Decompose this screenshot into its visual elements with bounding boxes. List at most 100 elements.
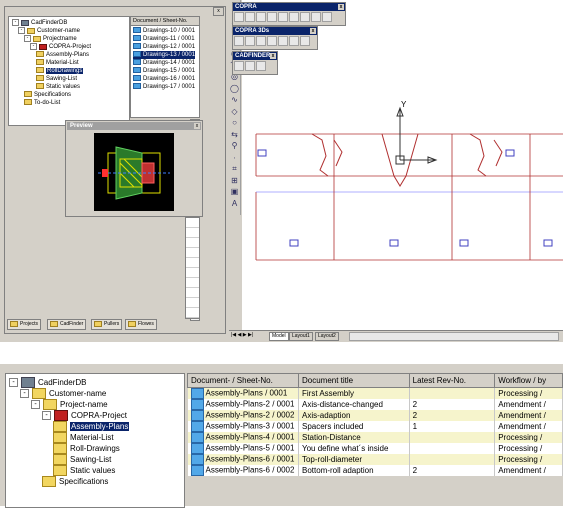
cell-document: Assembly-Plans-6 / 0001 [187, 454, 299, 465]
panel-close-button[interactable]: x [213, 7, 224, 16]
column-header-title[interactable]: Document title [297, 373, 410, 388]
tree-node[interactable]: Assembly-Plans [36, 51, 89, 59]
3ds-tool-6-icon[interactable] [289, 36, 299, 46]
tree-node[interactable]: Sawing-List [36, 75, 77, 83]
layout-nav-arrows[interactable]: |◀ ◀ ▶ ▶| [231, 332, 271, 339]
3ds-tool-5-icon[interactable] [278, 36, 288, 46]
hatch-icon[interactable]: ⌗ [230, 164, 239, 173]
tree-node[interactable]: Specifications [24, 91, 71, 99]
collapse-toggle-icon[interactable]: - [12, 19, 19, 26]
tree-node[interactable]: Assembly-Plans [53, 421, 130, 433]
tree-node[interactable]: - Customer-name [20, 388, 106, 400]
document-icon [190, 388, 204, 399]
ellipse-icon[interactable]: ◇ [230, 107, 239, 116]
ellipse-arc-icon[interactable]: ○ [230, 118, 239, 127]
layout-tab[interactable]: Layout2 [315, 332, 339, 341]
cadfinder-tool-1-icon[interactable] [234, 61, 244, 71]
tree-node[interactable]: To-do-List [24, 99, 60, 107]
3ds-tool-1-icon[interactable] [234, 36, 244, 46]
tab-pullers[interactable]: Pullers [91, 319, 123, 330]
spline-icon[interactable]: ∿ [230, 95, 239, 104]
3ds-tool-3-icon[interactable] [256, 36, 266, 46]
tree-node[interactable]: Static values [53, 465, 115, 477]
tree-node-label: CadFinderDB [31, 20, 68, 27]
copra-tool-6-icon[interactable] [289, 12, 299, 22]
collapse-toggle-icon[interactable]: - [24, 35, 31, 42]
3ds-tool-2-icon[interactable] [245, 36, 255, 46]
list-item[interactable]: Drawings-15 / 0001 [133, 67, 195, 75]
point-icon[interactable]: ∙ [230, 153, 239, 162]
cadfinder-toolbar-close-button[interactable]: x [270, 53, 276, 59]
column-header-revision[interactable]: Latest Rev-No. [408, 373, 496, 388]
list-item[interactable]: Drawings-16 / 0001 [133, 75, 195, 83]
table-row[interactable]: Assembly-Plans-4 / 0001 Station-Distance P… [187, 432, 563, 443]
layout-tab[interactable]: Model [269, 332, 289, 341]
tree-node[interactable]: Static values [36, 83, 80, 91]
cadfinder-tool-2-icon[interactable] [245, 61, 255, 71]
list-item[interactable]: Drawings-11 / 0001 [133, 35, 195, 43]
column-header-document[interactable]: Document- / Sheet-No. [187, 373, 299, 388]
list-item[interactable]: Drawings-13 / 0001 [133, 51, 196, 59]
revision-cloud-icon[interactable]: ◯ [230, 84, 239, 93]
collapse-toggle-icon[interactable]: - [18, 27, 25, 34]
tree-node[interactable]: - COPRA-Project [42, 410, 127, 422]
tree-node[interactable]: Sawing-List [53, 454, 111, 466]
collapse-toggle-icon[interactable]: - [31, 400, 40, 410]
3ds-tool-7-icon[interactable] [300, 36, 310, 46]
copra-tool-1-icon[interactable] [234, 12, 244, 22]
copra-tool-8-icon[interactable] [311, 12, 321, 22]
tree-node[interactable]: - CadFinderDB [12, 19, 67, 27]
list-item[interactable]: Drawings-12 / 0001 [133, 43, 195, 51]
layout-tab[interactable]: Layout1 [289, 332, 313, 341]
tree-node[interactable]: Specifications [42, 476, 108, 488]
table-row[interactable]: Assembly-Plans-2 / 0001 Axis-distance-cha… [187, 399, 563, 410]
list-item[interactable]: Drawings-17 / 0001 [133, 83, 195, 91]
copra-tool-4-icon[interactable] [267, 12, 277, 22]
copra-tool-7-icon[interactable] [300, 12, 310, 22]
tree-node[interactable]: RollDrawings [36, 67, 84, 75]
copra-tool-3-icon[interactable] [256, 12, 266, 22]
property-grid [185, 217, 200, 319]
region-icon[interactable]: ⊞ [230, 176, 239, 185]
preview-close-button[interactable]: x [194, 123, 200, 129]
copra-toolbar-close-button[interactable]: x [338, 4, 344, 10]
table-row[interactable]: Assembly-Plans-6 / 0002 Bottom-roll adapt… [187, 465, 563, 476]
tree-node[interactable]: - Projectname [24, 35, 77, 43]
insert-block-icon[interactable]: ⇆ [230, 130, 239, 139]
list-item[interactable]: Drawings-10 / 0001 [133, 27, 195, 35]
horizontal-scrollbar[interactable] [349, 332, 559, 341]
tree-node[interactable]: - COPRA-Project [30, 43, 91, 51]
document-icon [190, 465, 204, 476]
table-row[interactable]: Assembly-Plans-3 / 0001 Spacers included 1… [187, 421, 563, 432]
collapse-toggle-icon[interactable]: - [20, 389, 29, 399]
document-list-header[interactable]: Document / Sheet-No. [131, 17, 199, 26]
table-row[interactable]: Assembly-Plans-5 / 0001 You define what´s… [187, 443, 563, 454]
collapse-toggle-icon[interactable]: - [30, 43, 37, 50]
text-icon[interactable]: A [230, 199, 239, 208]
table-row[interactable]: Assembly-Plans / 0001 First Assembly Proce… [187, 387, 563, 399]
tree-node[interactable]: Material-List [53, 432, 114, 444]
copra-tool-2-icon[interactable] [245, 12, 255, 22]
copra-tool-9-icon[interactable] [322, 12, 332, 22]
tree-node[interactable]: - Customer-name [18, 27, 80, 35]
tab-cadfinder[interactable]: CadFinder [47, 319, 87, 330]
3ds-tool-4-icon[interactable] [267, 36, 277, 46]
tab-flowes[interactable]: Flowes [125, 319, 157, 330]
column-header-workflow[interactable]: Workflow / by [494, 373, 563, 388]
table-icon[interactable]: ▣ [230, 187, 239, 196]
table-row[interactable]: Assembly-Plans-2 / 0002 Axis-adaption 2 Ame… [187, 410, 563, 421]
tab-projects[interactable]: Projects [7, 319, 42, 330]
tree-node[interactable]: - CadFinderDB [9, 377, 86, 389]
collapse-toggle-icon[interactable]: - [42, 411, 51, 421]
tree-node[interactable]: Material-List [36, 59, 79, 67]
make-block-icon[interactable]: ⚲ [230, 141, 239, 150]
copra-3ds-toolbar-close-button[interactable]: x [310, 28, 316, 34]
cadfinder-tool-3-icon[interactable] [256, 61, 266, 71]
copra-tool-5-icon[interactable] [278, 12, 288, 22]
tree-node[interactable]: Roll-Drawings [53, 443, 120, 455]
collapse-toggle-icon[interactable]: - [9, 378, 18, 388]
table-row[interactable]: Assembly-Plans-6 / 0001 Top-roll-diameter… [187, 454, 563, 465]
list-item[interactable]: Drawings-14 / 0001 [133, 59, 195, 67]
list-item-label: Drawings-11 / 0001 [143, 36, 195, 42]
tree-node[interactable]: - Project-name [31, 399, 108, 411]
